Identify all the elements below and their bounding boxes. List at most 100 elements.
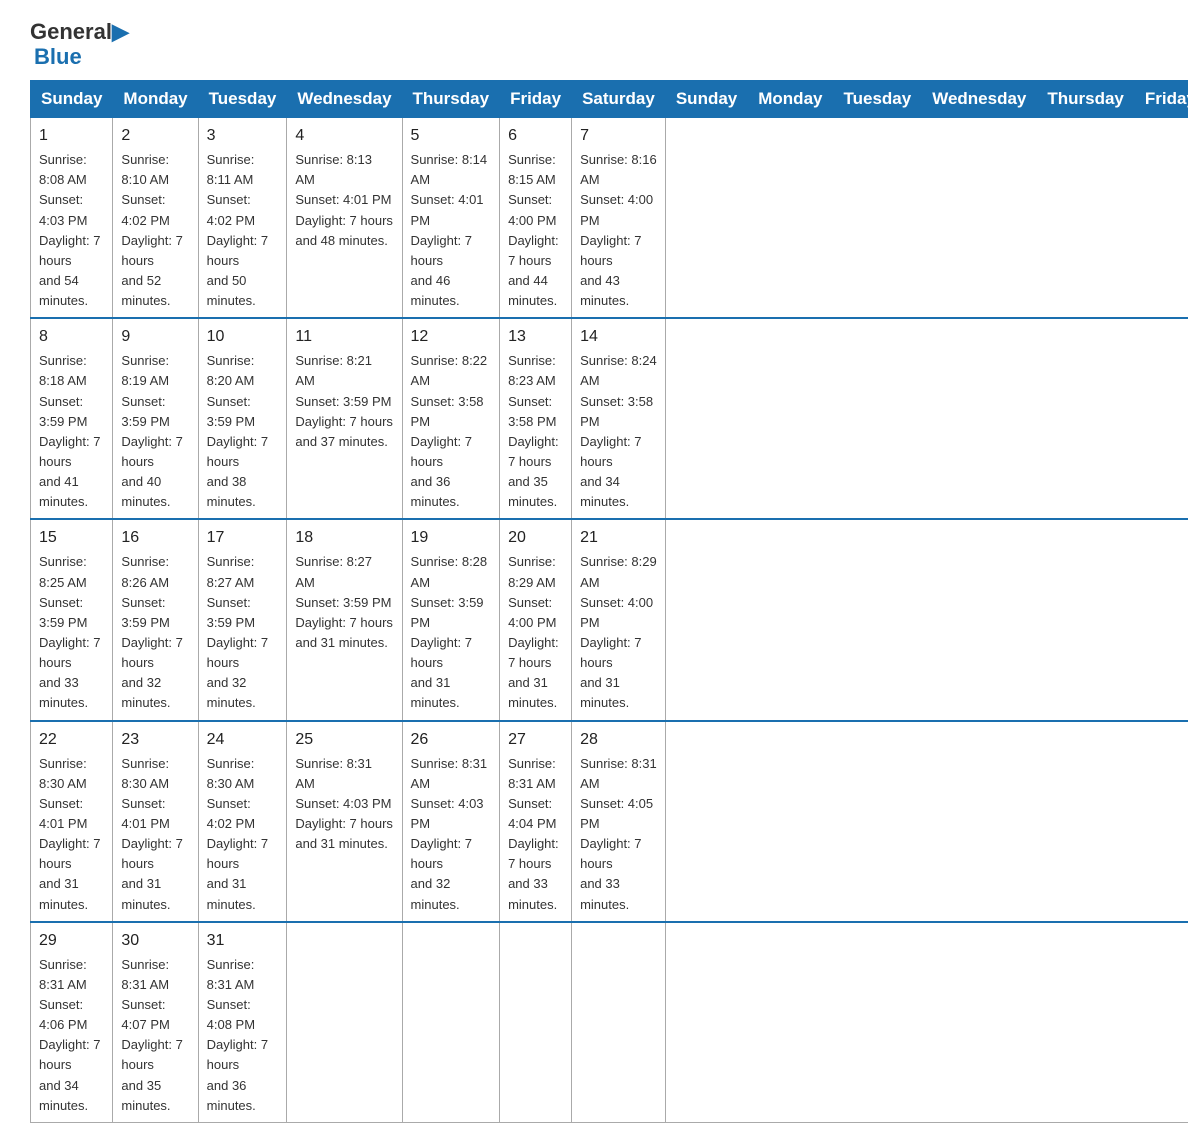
- day-info: Sunrise: 8:20 AMSunset: 3:59 PMDaylight:…: [207, 351, 279, 512]
- day-number: 25: [295, 728, 393, 752]
- day-info: Sunrise: 8:30 AMSunset: 4:02 PMDaylight:…: [207, 754, 279, 915]
- day-info: Sunrise: 8:16 AMSunset: 4:00 PMDaylight:…: [580, 150, 657, 311]
- calendar-cell: 18Sunrise: 8:27 AMSunset: 3:59 PMDayligh…: [287, 519, 402, 720]
- day-info: Sunrise: 8:18 AMSunset: 3:59 PMDaylight:…: [39, 351, 104, 512]
- calendar-cell: 31Sunrise: 8:31 AMSunset: 4:08 PMDayligh…: [198, 922, 287, 1123]
- day-number: 16: [121, 526, 189, 550]
- calendar-cell: 8Sunrise: 8:18 AMSunset: 3:59 PMDaylight…: [31, 318, 113, 519]
- day-info: Sunrise: 8:31 AMSunset: 4:06 PMDaylight:…: [39, 955, 104, 1116]
- calendar-table: SundayMondayTuesdayWednesdayThursdayFrid…: [30, 80, 1188, 1123]
- day-info: Sunrise: 8:27 AMSunset: 3:59 PMDaylight:…: [207, 552, 279, 713]
- day-info: Sunrise: 8:30 AMSunset: 4:01 PMDaylight:…: [39, 754, 104, 915]
- calendar-week-1: 1Sunrise: 8:08 AMSunset: 4:03 PMDaylight…: [31, 118, 1188, 319]
- day-info: Sunrise: 8:19 AMSunset: 3:59 PMDaylight:…: [121, 351, 189, 512]
- calendar-cell: 21Sunrise: 8:29 AMSunset: 4:00 PMDayligh…: [572, 519, 666, 720]
- header-wednesday: Wednesday: [922, 81, 1037, 118]
- calendar-cell: 5Sunrise: 8:14 AMSunset: 4:01 PMDaylight…: [402, 118, 500, 319]
- header-tuesday: Tuesday: [198, 81, 287, 118]
- header-saturday: Saturday: [572, 81, 666, 118]
- calendar-cell: 23Sunrise: 8:30 AMSunset: 4:01 PMDayligh…: [113, 721, 198, 922]
- day-info: Sunrise: 8:21 AMSunset: 3:59 PMDaylight:…: [295, 351, 393, 452]
- logo: General▶ Blue: [30, 20, 129, 70]
- calendar-cell: 2Sunrise: 8:10 AMSunset: 4:02 PMDaylight…: [113, 118, 198, 319]
- calendar-cell: 3Sunrise: 8:11 AMSunset: 4:02 PMDaylight…: [198, 118, 287, 319]
- calendar-cell: 27Sunrise: 8:31 AMSunset: 4:04 PMDayligh…: [500, 721, 572, 922]
- header-thursday: Thursday: [1037, 81, 1135, 118]
- header-sunday: Sunday: [665, 81, 747, 118]
- calendar-cell: 1Sunrise: 8:08 AMSunset: 4:03 PMDaylight…: [31, 118, 113, 319]
- day-info: Sunrise: 8:25 AMSunset: 3:59 PMDaylight:…: [39, 552, 104, 713]
- day-info: Sunrise: 8:27 AMSunset: 3:59 PMDaylight:…: [295, 552, 393, 653]
- calendar-week-3: 15Sunrise: 8:25 AMSunset: 3:59 PMDayligh…: [31, 519, 1188, 720]
- day-number: 15: [39, 526, 104, 550]
- calendar-header-row: SundayMondayTuesdayWednesdayThursdayFrid…: [31, 81, 1188, 118]
- day-info: Sunrise: 8:29 AMSunset: 4:00 PMDaylight:…: [508, 552, 563, 713]
- calendar-cell: 12Sunrise: 8:22 AMSunset: 3:58 PMDayligh…: [402, 318, 500, 519]
- day-info: Sunrise: 8:13 AMSunset: 4:01 PMDaylight:…: [295, 150, 393, 251]
- day-info: Sunrise: 8:10 AMSunset: 4:02 PMDaylight:…: [121, 150, 189, 311]
- day-info: Sunrise: 8:08 AMSunset: 4:03 PMDaylight:…: [39, 150, 104, 311]
- day-number: 29: [39, 929, 104, 953]
- calendar-cell: 11Sunrise: 8:21 AMSunset: 3:59 PMDayligh…: [287, 318, 402, 519]
- header-sunday: Sunday: [31, 81, 113, 118]
- calendar-cell: 17Sunrise: 8:27 AMSunset: 3:59 PMDayligh…: [198, 519, 287, 720]
- calendar-cell: 10Sunrise: 8:20 AMSunset: 3:59 PMDayligh…: [198, 318, 287, 519]
- calendar-cell: [402, 922, 500, 1123]
- day-info: Sunrise: 8:23 AMSunset: 3:58 PMDaylight:…: [508, 351, 563, 512]
- day-info: Sunrise: 8:11 AMSunset: 4:02 PMDaylight:…: [207, 150, 279, 311]
- day-number: 1: [39, 124, 104, 148]
- calendar-cell: 14Sunrise: 8:24 AMSunset: 3:58 PMDayligh…: [572, 318, 666, 519]
- header-tuesday: Tuesday: [833, 81, 922, 118]
- calendar-cell: 7Sunrise: 8:16 AMSunset: 4:00 PMDaylight…: [572, 118, 666, 319]
- day-number: 11: [295, 325, 393, 349]
- day-info: Sunrise: 8:24 AMSunset: 3:58 PMDaylight:…: [580, 351, 657, 512]
- day-number: 18: [295, 526, 393, 550]
- calendar-cell: 25Sunrise: 8:31 AMSunset: 4:03 PMDayligh…: [287, 721, 402, 922]
- day-number: 12: [411, 325, 492, 349]
- day-number: 13: [508, 325, 563, 349]
- day-number: 9: [121, 325, 189, 349]
- calendar-cell: [500, 922, 572, 1123]
- calendar-cell: 20Sunrise: 8:29 AMSunset: 4:00 PMDayligh…: [500, 519, 572, 720]
- day-info: Sunrise: 8:15 AMSunset: 4:00 PMDaylight:…: [508, 150, 563, 311]
- calendar-cell: 29Sunrise: 8:31 AMSunset: 4:06 PMDayligh…: [31, 922, 113, 1123]
- calendar-cell: [287, 922, 402, 1123]
- day-number: 7: [580, 124, 657, 148]
- day-info: Sunrise: 8:28 AMSunset: 3:59 PMDaylight:…: [411, 552, 492, 713]
- day-number: 21: [580, 526, 657, 550]
- day-number: 4: [295, 124, 393, 148]
- day-number: 5: [411, 124, 492, 148]
- logo-text: General▶: [30, 20, 129, 44]
- day-info: Sunrise: 8:22 AMSunset: 3:58 PMDaylight:…: [411, 351, 492, 512]
- day-number: 10: [207, 325, 279, 349]
- calendar-cell: 19Sunrise: 8:28 AMSunset: 3:59 PMDayligh…: [402, 519, 500, 720]
- header-monday: Monday: [748, 81, 833, 118]
- header-friday: Friday: [500, 81, 572, 118]
- calendar-cell: 24Sunrise: 8:30 AMSunset: 4:02 PMDayligh…: [198, 721, 287, 922]
- day-info: Sunrise: 8:14 AMSunset: 4:01 PMDaylight:…: [411, 150, 492, 311]
- calendar-cell: 22Sunrise: 8:30 AMSunset: 4:01 PMDayligh…: [31, 721, 113, 922]
- day-number: 6: [508, 124, 563, 148]
- day-number: 20: [508, 526, 563, 550]
- calendar-cell: 13Sunrise: 8:23 AMSunset: 3:58 PMDayligh…: [500, 318, 572, 519]
- day-info: Sunrise: 8:26 AMSunset: 3:59 PMDaylight:…: [121, 552, 189, 713]
- calendar-cell: 15Sunrise: 8:25 AMSunset: 3:59 PMDayligh…: [31, 519, 113, 720]
- day-number: 22: [39, 728, 104, 752]
- calendar-cell: 9Sunrise: 8:19 AMSunset: 3:59 PMDaylight…: [113, 318, 198, 519]
- day-number: 2: [121, 124, 189, 148]
- day-number: 19: [411, 526, 492, 550]
- day-number: 31: [207, 929, 279, 953]
- day-number: 23: [121, 728, 189, 752]
- day-number: 26: [411, 728, 492, 752]
- day-info: Sunrise: 8:31 AMSunset: 4:08 PMDaylight:…: [207, 955, 279, 1116]
- day-info: Sunrise: 8:31 AMSunset: 4:05 PMDaylight:…: [580, 754, 657, 915]
- day-number: 17: [207, 526, 279, 550]
- day-info: Sunrise: 8:29 AMSunset: 4:00 PMDaylight:…: [580, 552, 657, 713]
- day-info: Sunrise: 8:30 AMSunset: 4:01 PMDaylight:…: [121, 754, 189, 915]
- header-friday: Friday: [1134, 81, 1188, 118]
- day-info: Sunrise: 8:31 AMSunset: 4:03 PMDaylight:…: [411, 754, 492, 915]
- day-number: 30: [121, 929, 189, 953]
- logo-blue: Blue: [34, 44, 82, 69]
- calendar-week-5: 29Sunrise: 8:31 AMSunset: 4:06 PMDayligh…: [31, 922, 1188, 1123]
- calendar-cell: 6Sunrise: 8:15 AMSunset: 4:00 PMDaylight…: [500, 118, 572, 319]
